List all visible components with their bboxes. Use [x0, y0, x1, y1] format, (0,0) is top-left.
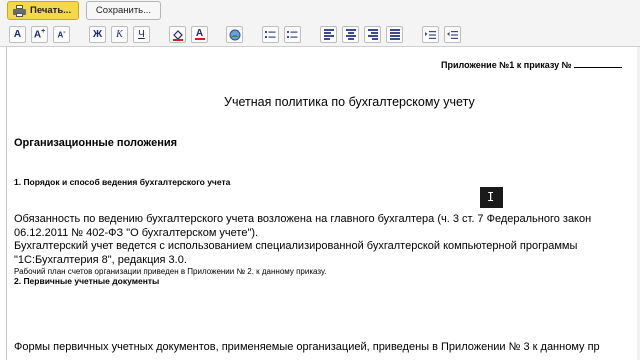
printer-icon [13, 4, 26, 17]
format-toolbar: A A+ A- Ж К Ч A [0, 24, 640, 47]
indent-decrease-button[interactable] [444, 26, 461, 43]
italic-icon: К [116, 29, 123, 40]
document-left-border [6, 47, 7, 360]
document-title: Учетная политика по бухгалтерскому учету [224, 95, 475, 109]
align-justify-icon [389, 29, 400, 40]
section-heading: Организационные положения [14, 137, 178, 149]
appendix-text: Приложение №1 к приказу № [441, 60, 572, 70]
paragraph-1-line-2: 06.12.2011 № 402-ФЗ "О бухгалтерском уче… [14, 227, 259, 239]
paragraph-4: Формы первичных учетных документов, прим… [14, 341, 600, 353]
order-number-blank [574, 58, 623, 68]
align-justify-button[interactable] [386, 26, 403, 43]
bold-icon: Ж [92, 29, 103, 40]
italic-button[interactable]: К [111, 26, 128, 43]
numbered-list-icon [287, 30, 298, 38]
align-center-button[interactable] [342, 26, 359, 43]
bulleted-list-button[interactable] [262, 26, 279, 43]
subsection-heading-1: 1. Порядок и способ ведения бухгалтерско… [14, 177, 231, 187]
print-button-label: Печать... [30, 5, 72, 16]
print-button[interactable]: Печать... [7, 1, 79, 20]
document-editor[interactable] [0, 47, 640, 360]
fill-bucket-icon [172, 29, 183, 41]
save-button[interactable]: Сохранить... [86, 1, 161, 20]
paragraph-2-line-2: "1С:Бухгалтерия 8", редакция 3.0. [14, 254, 187, 266]
font-size-increase-button[interactable]: A [9, 26, 26, 43]
bulleted-list-icon [265, 30, 276, 38]
font-size-up-button[interactable]: A+ [31, 26, 48, 43]
text-cursor-icon: I [480, 187, 503, 208]
indent-increase-button[interactable] [422, 26, 439, 43]
picture-icon [229, 29, 240, 40]
font-size-up-icon: A+ [33, 28, 46, 41]
font-bigger-icon: A [13, 29, 22, 40]
paragraph-1-line-1: Обязанность по ведению бухгалтерского уч… [14, 213, 592, 225]
text-color-button[interactable]: A [191, 26, 208, 43]
paragraph-3: Рабочий план счетов организации приведен… [14, 267, 327, 276]
text-color-icon: A [194, 28, 205, 40]
subsection-heading-2: 2. Первичные учетные документы [14, 276, 160, 286]
numbered-list-button[interactable] [284, 26, 301, 43]
insert-image-button[interactable] [226, 26, 243, 43]
command-bar: Печать... Сохранить... [0, 0, 640, 24]
underline-button[interactable]: Ч [133, 26, 150, 43]
paragraph-2-line-1: Бухгалтерский учет ведется с использован… [14, 240, 578, 252]
indent-decrease-icon [447, 30, 458, 39]
align-center-icon [345, 29, 356, 40]
align-right-button[interactable] [364, 26, 381, 43]
align-right-icon [367, 29, 378, 40]
background-color-button[interactable] [169, 26, 186, 43]
font-size-down-button[interactable]: A- [53, 26, 70, 43]
underline-icon: Ч [138, 29, 145, 40]
font-size-down-icon: A- [57, 29, 66, 40]
indent-increase-icon [425, 30, 436, 39]
align-left-button[interactable] [320, 26, 337, 43]
align-left-icon [323, 29, 334, 40]
appendix-line: Приложение №1 к приказу № [441, 58, 623, 70]
bold-button[interactable]: Ж [89, 26, 106, 43]
